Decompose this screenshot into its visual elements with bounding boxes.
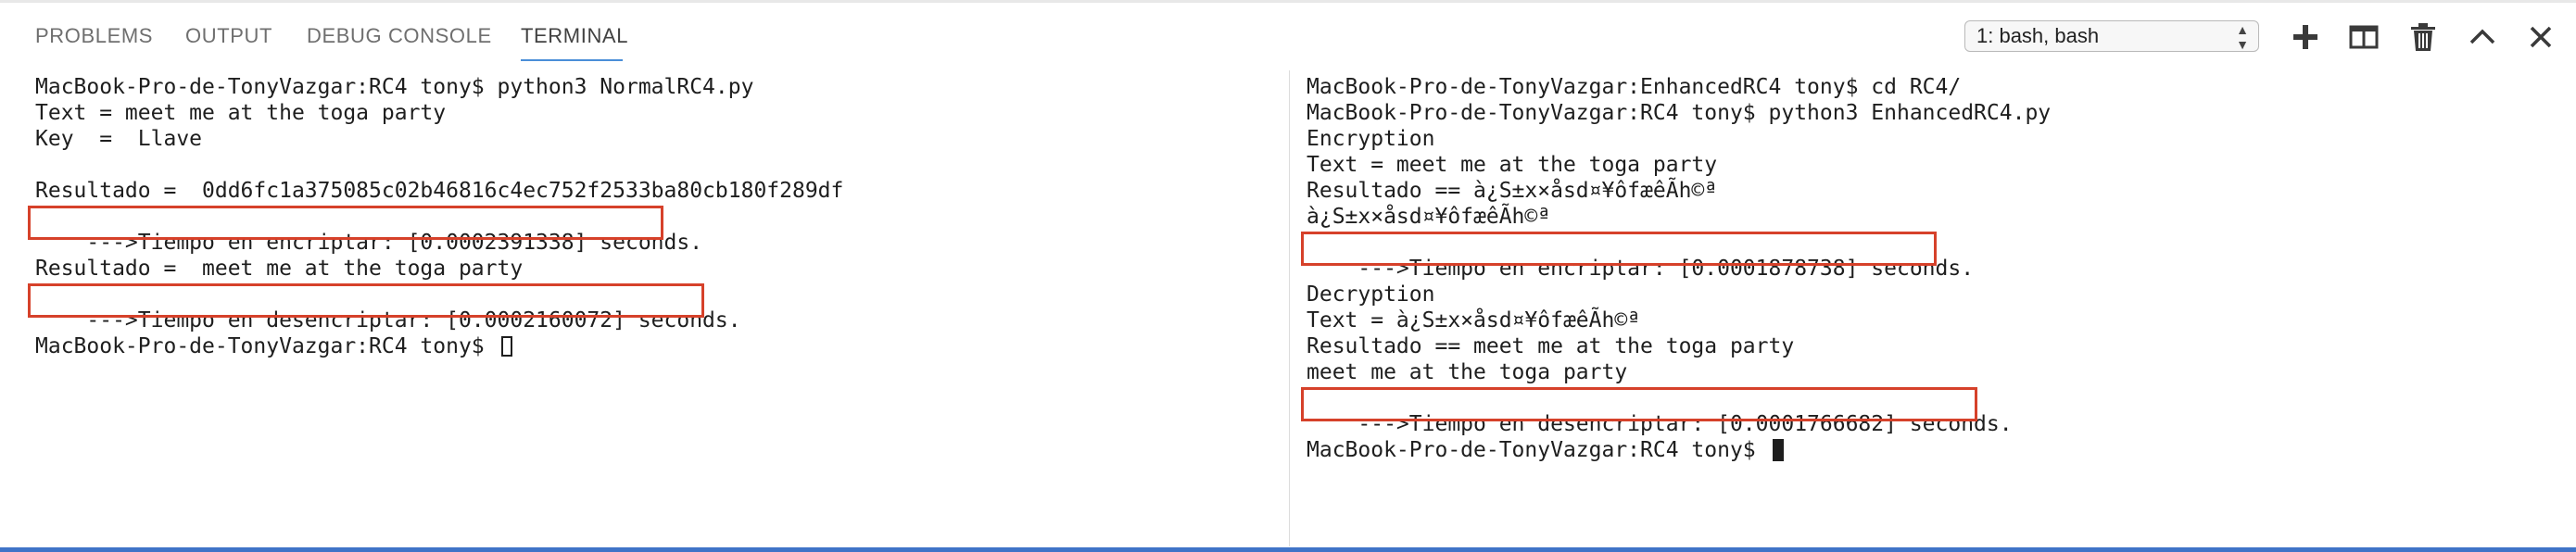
select-arrows-icon: ▲ ▼: [2236, 22, 2249, 52]
terminal-line: Text = meet me at the toga party: [35, 101, 447, 125]
terminal-prompt: MacBook-Pro-de-TonyVazgar:RC4 tony$: [1307, 438, 1769, 462]
pane-divider[interactable]: [1289, 70, 1290, 546]
panel-tab-bar: PROBLEMS OUTPUT DEBUG CONSOLE TERMINAL 1…: [0, 0, 2576, 67]
terminal-line: Key = Llave: [35, 127, 203, 151]
terminal-line: Encryption: [1307, 127, 1435, 151]
terminal-prompt-line: MacBook-Pro-de-TonyVazgar:RC4 tony$: [1307, 437, 2539, 463]
highlight-box-decrypt-time: [28, 283, 704, 318]
terminal-line: à¿S±x×åsd¤¥ôfæêÃh©ª: [1307, 205, 1551, 229]
terminal-line: Resultado == meet me at the toga party: [1307, 334, 1795, 358]
highlight-box-encrypt-time: [28, 206, 663, 240]
terminal-line: Text = meet me at the toga party: [1307, 153, 1718, 177]
terminal-prompt: MacBook-Pro-de-TonyVazgar:RC4 tony$: [35, 334, 498, 358]
terminal-selector[interactable]: 1: bash, bash ▲ ▼: [1964, 20, 2259, 52]
trash-icon[interactable]: [2406, 20, 2440, 54]
terminal-line: meet me at the toga party: [1307, 360, 1628, 384]
active-tab-indicator: [521, 59, 623, 61]
terminal-line: Resultado = 0dd6fc1a375085c02b46816c4ec7…: [35, 179, 844, 203]
chevron-up-icon[interactable]: [2466, 20, 2499, 54]
terminal-prompt-line: MacBook-Pro-de-TonyVazgar:RC4 tony$: [35, 333, 1277, 359]
cursor-icon: [1772, 439, 1784, 461]
tab-problems[interactable]: PROBLEMS: [35, 24, 153, 48]
right-terminal[interactable]: MacBook-Pro-de-TonyVazgar:EnhancedRC4 to…: [1307, 74, 2539, 546]
cursor-icon: [500, 336, 512, 357]
terminal-selector-value: 1: bash, bash: [1976, 24, 2100, 47]
terminal-line: Resultado = meet me at the toga party: [35, 257, 524, 281]
terminal-line: MacBook-Pro-de-TonyVazgar:RC4 tony$ pyth…: [35, 75, 754, 99]
plus-icon[interactable]: [2289, 20, 2322, 54]
terminal-line: Text = à¿S±x×åsd¤¥ôfæêÃh©ª: [1307, 308, 1641, 332]
terminal-line: Resultado == à¿S±x×åsd¤¥ôfæêÃh©ª: [1307, 179, 1718, 203]
highlight-box-decrypt-time: [1301, 387, 1977, 421]
terminal-line: MacBook-Pro-de-TonyVazgar:EnhancedRC4 to…: [1307, 75, 1962, 99]
split-terminal-icon[interactable]: [2347, 20, 2380, 54]
tab-debug-console[interactable]: DEBUG CONSOLE: [307, 24, 492, 48]
tab-output[interactable]: OUTPUT: [185, 24, 272, 48]
terminal-line: MacBook-Pro-de-TonyVazgar:RC4 tony$ pyth…: [1307, 101, 2052, 125]
highlight-box-encrypt-time: [1301, 232, 1937, 266]
status-bar: [0, 547, 2576, 552]
close-icon[interactable]: [2524, 20, 2557, 54]
tab-terminal[interactable]: TERMINAL: [521, 24, 628, 48]
terminal-line: Decryption: [1307, 282, 1435, 307]
